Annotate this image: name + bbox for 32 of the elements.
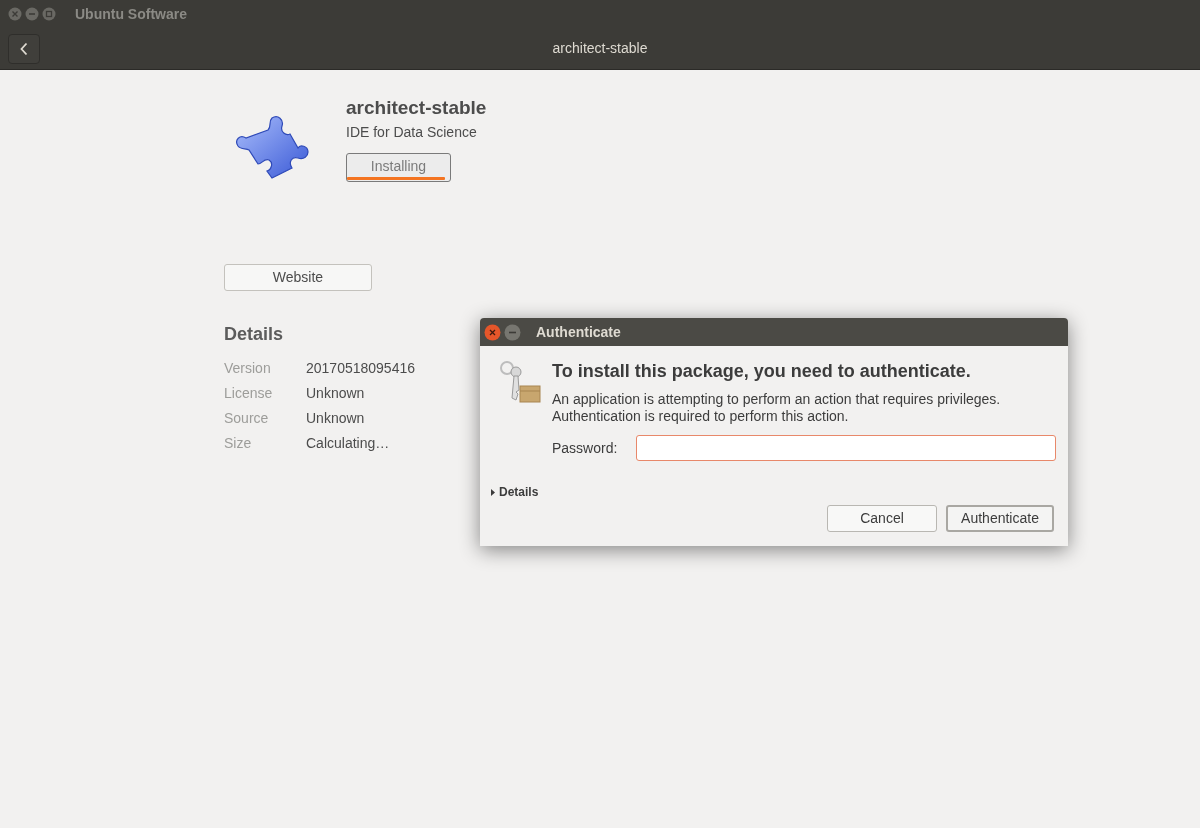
app-name: architect-stable: [346, 96, 487, 120]
authenticate-button[interactable]: Authenticate: [946, 505, 1054, 532]
password-label: Password:: [552, 438, 619, 458]
back-button[interactable]: [8, 33, 40, 64]
close-icon[interactable]: [484, 323, 501, 341]
detail-label: License: [224, 383, 274, 403]
keys-and-package-icon: [498, 358, 542, 406]
detail-value: Calculating…: [306, 433, 391, 453]
window-title: Ubuntu Software: [75, 4, 187, 24]
detail-value: Unknown: [306, 383, 366, 403]
details-expander[interactable]: Details: [490, 483, 539, 501]
maximize-icon[interactable]: [42, 7, 56, 21]
minimize-icon[interactable]: [504, 323, 521, 341]
close-icon[interactable]: [8, 7, 22, 21]
detail-label: Size: [224, 433, 253, 453]
cancel-button[interactable]: Cancel: [827, 505, 937, 532]
details-heading: Details: [224, 322, 284, 346]
detail-label: Source: [224, 408, 270, 428]
detail-value: Unknown: [306, 408, 366, 428]
minimize-icon[interactable]: [25, 7, 39, 21]
detail-value: 20170518095416: [306, 358, 416, 378]
website-button[interactable]: Website: [224, 263, 372, 291]
expander-arrow-icon: [490, 488, 495, 496]
dialog-heading: To install this package, you need to authenticate.: [552, 360, 972, 383]
dialog-message: An application is attempting to perform an action that requires privileges. Authentication is required to perform this action.: [552, 391, 1002, 425]
app-summary: IDE for Data Science: [346, 122, 478, 142]
back-icon: [20, 41, 28, 56]
detail-label: Version: [224, 358, 272, 378]
header-title: architect-stable: [552, 39, 648, 58]
installing-button[interactable]: Installing: [346, 152, 451, 182]
dialog-title: Authenticate: [536, 322, 621, 342]
password-field[interactable]: [636, 435, 1056, 461]
